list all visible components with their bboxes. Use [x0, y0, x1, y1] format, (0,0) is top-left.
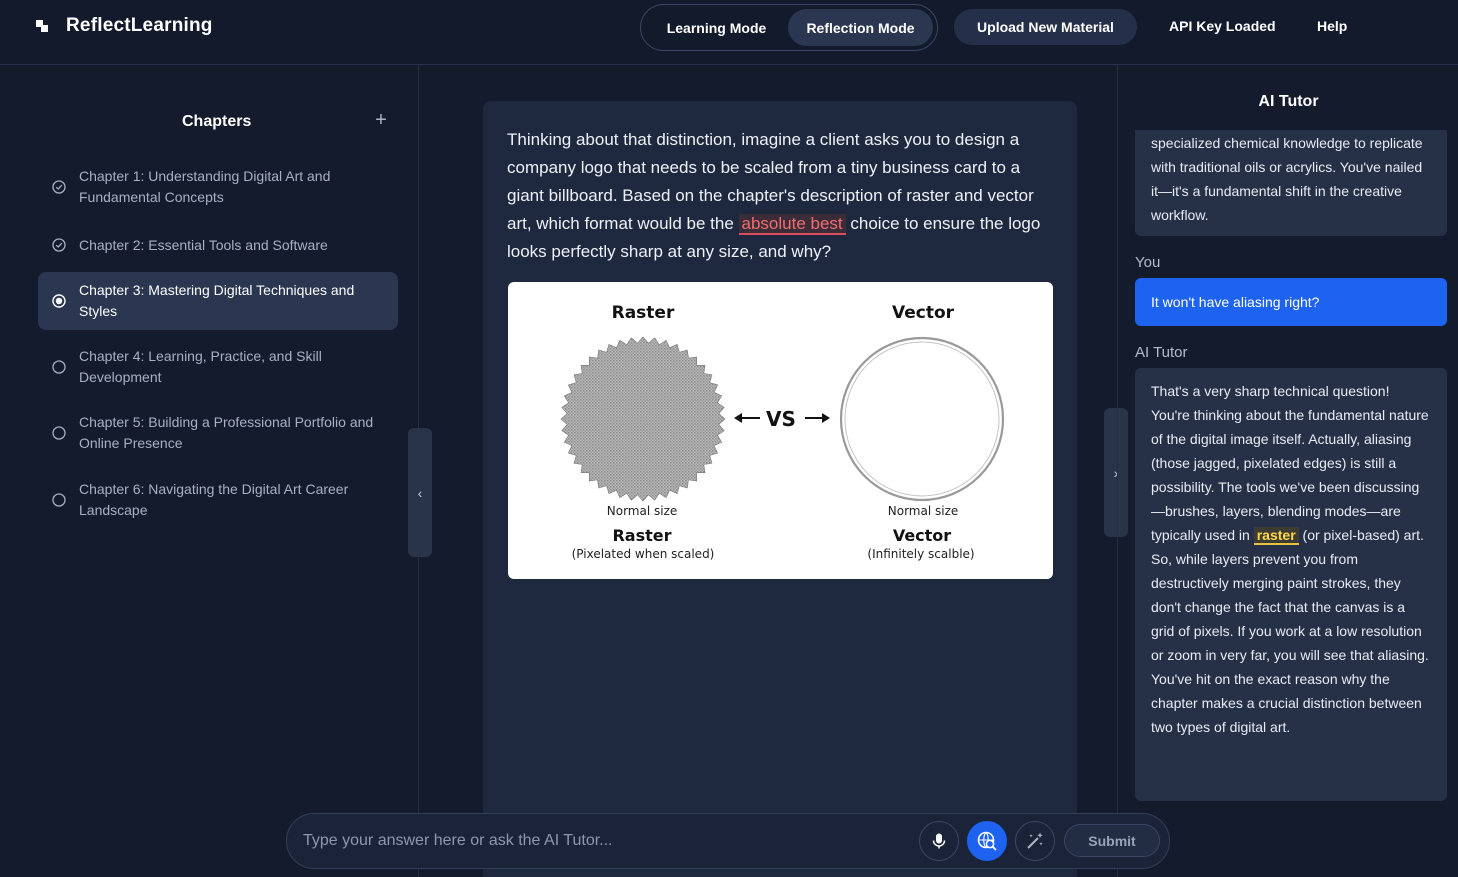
vector-size-label: Normal size — [888, 504, 959, 518]
web-search-icon — [977, 831, 997, 851]
magic-wand-icon — [1027, 832, 1043, 849]
vector-title: Vector — [892, 303, 955, 323]
tutor-title: AI Tutor — [1258, 93, 1319, 110]
chevron-left-icon: ‹ — [417, 484, 423, 501]
chapter-item-4[interactable]: Chapter 4: Learning, Practice, and Skill… — [38, 345, 398, 389]
chapter-label: Chapter 4: Learning, Practice, and Skill… — [79, 348, 322, 385]
tutor-chat-log[interactable]: specialized chemical knowledge to replic… — [1118, 130, 1458, 877]
chapter-item-2[interactable]: Chapter 2: Essential Tools and Software — [38, 233, 398, 257]
tutor-message: That's a very sharp technical question! … — [1135, 368, 1447, 801]
tutor-text-part: That's a very sharp technical question! … — [1151, 383, 1429, 543]
raster-circle — [560, 336, 726, 502]
top-header: ReflectLearning Learning Mode Reflection… — [0, 0, 1458, 65]
highlighted-term[interactable]: raster — [1253, 527, 1299, 545]
radio-empty-icon — [52, 493, 66, 507]
brand-logo-icon — [34, 17, 52, 35]
vector-caption-sub: (Infinitely scalble) — [867, 547, 974, 561]
brand[interactable]: ReflectLearning — [34, 15, 213, 37]
tutor-text-part: (or pixel-based) art. So, while layers p… — [1151, 527, 1429, 735]
answer-input[interactable] — [303, 826, 903, 856]
vector-circle — [839, 336, 1005, 502]
vs-label: VS — [766, 407, 796, 431]
user-message-label: You — [1135, 254, 1161, 271]
help-link[interactable]: Help — [1317, 18, 1347, 34]
microphone-icon — [932, 833, 946, 849]
raster-caption-title: Raster — [612, 526, 671, 545]
chapter-item-5[interactable]: Chapter 5: Building a Professional Portf… — [38, 411, 398, 455]
raster-caption-sub: (Pixelated when scaled) — [572, 547, 715, 561]
chapter-item-6[interactable]: Chapter 6: Navigating the Digital Art Ca… — [38, 478, 398, 522]
ai-tutor-panel: AI Tutor specialized chemical knowledge … — [1117, 65, 1458, 877]
microphone-button[interactable] — [919, 821, 959, 861]
reflection-question-card: Thinking about that distinction, imagine… — [483, 101, 1077, 877]
chapter-label: Chapter 5: Building a Professional Portf… — [79, 414, 374, 451]
collapse-sidebar-button[interactable]: ‹ — [408, 428, 432, 557]
vector-caption-title: Vector — [893, 526, 951, 545]
reflection-mode-button[interactable]: Reflection Mode — [788, 9, 933, 46]
check-circle-icon — [52, 238, 66, 252]
chapter-label: Chapter 6: Navigating the Digital Art Ca… — [79, 481, 349, 518]
brand-title: ReflectLearning — [66, 15, 213, 36]
plus-icon[interactable]: + — [372, 110, 390, 131]
tutor-message-label: AI Tutor — [1135, 344, 1188, 361]
chapters-title: Chapters — [182, 113, 252, 130]
chapters-sidebar: Chapters + Chapter 1: Understanding Digi… — [0, 65, 419, 877]
learning-mode-button[interactable]: Learning Mode — [645, 9, 788, 46]
user-message: It won't have aliasing right? — [1135, 278, 1447, 326]
tutor-message: specialized chemical knowledge to replic… — [1135, 130, 1447, 236]
raster-title: Raster — [612, 303, 675, 323]
highlighted-phrase[interactable]: absolute best — [738, 214, 846, 235]
check-circle-icon — [52, 180, 66, 194]
chapter-label: Chapter 1: Understanding Digital Art and… — [79, 168, 331, 205]
reflection-question: Thinking about that distinction, imagine… — [507, 126, 1059, 266]
answer-input-bar: Submit — [286, 813, 1170, 869]
raster-size-label: Normal size — [607, 504, 678, 518]
api-key-status-link[interactable]: API Key Loaded — [1169, 18, 1276, 34]
mode-toggle: Learning Mode Reflection Mode — [640, 4, 938, 51]
upload-material-button[interactable]: Upload New Material — [954, 9, 1137, 45]
raster-vs-vector-figure: Raster Vector VS Normal size Normal size… — [508, 282, 1053, 579]
chapter-label: Chapter 2: Essential Tools and Software — [79, 236, 328, 253]
chapter-label: Chapter 3: Mastering Digital Techniques … — [79, 282, 355, 319]
submit-button[interactable]: Submit — [1064, 824, 1160, 857]
chapter-item-1[interactable]: Chapter 1: Understanding Digital Art and… — [38, 165, 398, 209]
radio-empty-icon — [52, 426, 66, 440]
radio-selected-icon — [52, 294, 66, 308]
chapter-item-3[interactable]: Chapter 3: Mastering Digital Techniques … — [38, 272, 398, 330]
web-search-button[interactable] — [967, 821, 1007, 861]
magic-wand-button[interactable] — [1015, 821, 1055, 861]
radio-empty-icon — [52, 360, 66, 374]
